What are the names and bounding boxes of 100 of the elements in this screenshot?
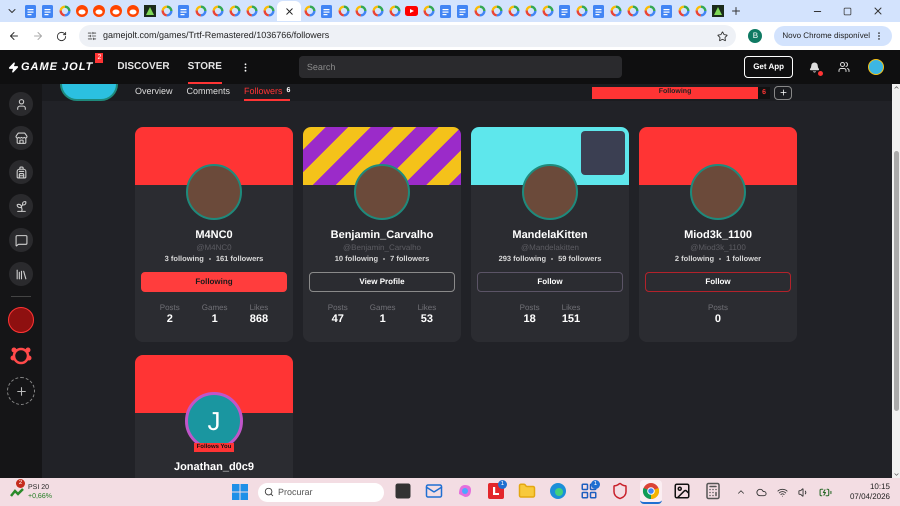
sidebar-glyph-icon: [14, 166, 28, 178]
volume-icon[interactable]: [798, 486, 809, 498]
clock-date[interactable]: 07/04/2026: [850, 492, 890, 502]
stat-label: Likes: [418, 302, 436, 313]
sidebar-item[interactable]: [9, 126, 33, 150]
play-icon: [405, 6, 418, 16]
cloud-icon[interactable]: [756, 486, 767, 498]
stat-value: 53: [420, 313, 434, 326]
sidebar-item[interactable]: [9, 262, 33, 286]
ring-logo-icon: [228, 5, 240, 17]
new-tab-icon[interactable]: [730, 5, 742, 17]
sidebar-item[interactable]: [9, 194, 33, 218]
document-icon: [42, 4, 53, 18]
folder-icon: [518, 482, 536, 500]
mail-icon: [424, 482, 443, 500]
ring-logo-icon: [338, 5, 350, 17]
ring-logo-icon: [58, 5, 70, 17]
address-bar[interactable]: gamejolt.com/games/Trtf-Remastered/1036766/followers: [79, 25, 736, 47]
stat-label: Likes: [562, 302, 580, 313]
get-app-button[interactable]: Get App: [744, 56, 793, 78]
document-icon: [25, 4, 36, 18]
shield-icon: [610, 482, 629, 500]
picture-icon: [672, 482, 691, 500]
stat-label: Games: [370, 302, 396, 313]
stat-value: 2: [166, 313, 173, 326]
ring-logo-icon: [304, 5, 316, 17]
reload-icon[interactable]: [56, 30, 67, 42]
ring-logo-icon: [246, 5, 258, 17]
tab-label: Followers: [244, 84, 283, 98]
windows-logo-icon[interactable]: [232, 484, 248, 500]
ring-logo-icon: [490, 5, 502, 17]
back-icon[interactable]: [8, 30, 20, 42]
tab-label: Comments: [186, 84, 230, 98]
ring-logo-icon: [576, 5, 588, 17]
document-icon: [321, 4, 332, 18]
search-field[interactable]: Search: [298, 56, 622, 78]
scroll-down-icon[interactable]: [892, 471, 900, 478]
username: Jonathan_d0c9: [172, 461, 256, 474]
alien-face-icon: [76, 5, 88, 17]
bell-icon[interactable]: [809, 62, 820, 72]
scroll-up-icon[interactable]: [892, 84, 900, 91]
stat-value: 18: [524, 313, 536, 326]
nav-link[interactable]: DISCOVER: [117, 50, 170, 84]
window-stack-icon: [394, 482, 412, 500]
bookmark-star-icon[interactable]: [717, 30, 728, 42]
document-icon: [661, 4, 672, 18]
browser-tab[interactable]: [277, 1, 301, 21]
wave-logo-icon: [548, 482, 567, 500]
username: Miod3k_1100: [683, 229, 753, 242]
profile-action-button[interactable]: Follow: [477, 272, 623, 292]
sidebar-glyph-icon: [14, 234, 28, 246]
alien-face-icon: [126, 5, 138, 17]
forward-icon[interactable]: [32, 30, 44, 42]
username: M4NC0: [194, 229, 234, 242]
dot-separator-icon: [383, 258, 386, 260]
battery-icon[interactable]: [818, 486, 832, 498]
maximize-icon[interactable]: [843, 6, 852, 16]
wifi-icon[interactable]: [776, 486, 788, 498]
username: Benjamin_Carvalho: [330, 229, 434, 242]
bolt-logo-icon[interactable]: [8, 62, 19, 72]
search-field[interactable]: Procurar: [258, 482, 384, 502]
close-icon[interactable]: [872, 5, 884, 17]
game-thumbnail[interactable]: [8, 307, 34, 333]
close-icon[interactable]: [284, 6, 294, 16]
profile-tab[interactable]: Comments: [186, 84, 230, 101]
calculator-icon: [704, 482, 722, 500]
update-button[interactable]: Novo Chrome disponível: [774, 26, 892, 46]
scrollbar[interactable]: [892, 84, 900, 478]
photo-placeholder: [581, 131, 625, 175]
ring-logo-icon: [372, 5, 384, 17]
alien-face-icon: [92, 5, 104, 17]
dot-separator-icon: [208, 258, 211, 260]
sidebar-item[interactable]: [9, 92, 33, 116]
profile-action-button[interactable]: Follow: [645, 272, 791, 292]
username: MandelaKitten: [511, 229, 589, 242]
stat-value: 151: [562, 313, 580, 326]
sidebar-item[interactable]: [9, 228, 33, 252]
stat-value: 1: [212, 313, 218, 326]
ring-logo-icon: [388, 5, 400, 17]
profile-tab[interactable]: Overview: [135, 84, 173, 101]
ring-logo-icon: [422, 5, 434, 17]
sidebar-glyph-icon: [14, 268, 28, 280]
profile-action-button[interactable]: Following: [141, 272, 287, 292]
plus-icon: [778, 88, 788, 97]
add-game-button[interactable]: [7, 377, 35, 405]
site-logo[interactable]: GAME JOLT: [21, 58, 94, 76]
ring-logo-icon: [644, 5, 656, 17]
sidebar-glyph-icon: [14, 98, 28, 110]
profile-action-button[interactable]: View Profile: [309, 272, 455, 292]
site-settings-icon[interactable]: [87, 31, 97, 41]
document-icon: [593, 4, 604, 18]
add-button[interactable]: [774, 86, 792, 100]
letter-app-icon: [488, 483, 504, 499]
search-icon: [264, 487, 274, 497]
clock-time[interactable]: 10:15: [870, 482, 890, 492]
ring-logo-icon: [542, 5, 554, 17]
profile-avatar[interactable]: B: [748, 29, 762, 43]
user-avatar[interactable]: [868, 59, 884, 75]
sidebar-item[interactable]: [9, 160, 33, 184]
people-icon[interactable]: [838, 61, 850, 73]
